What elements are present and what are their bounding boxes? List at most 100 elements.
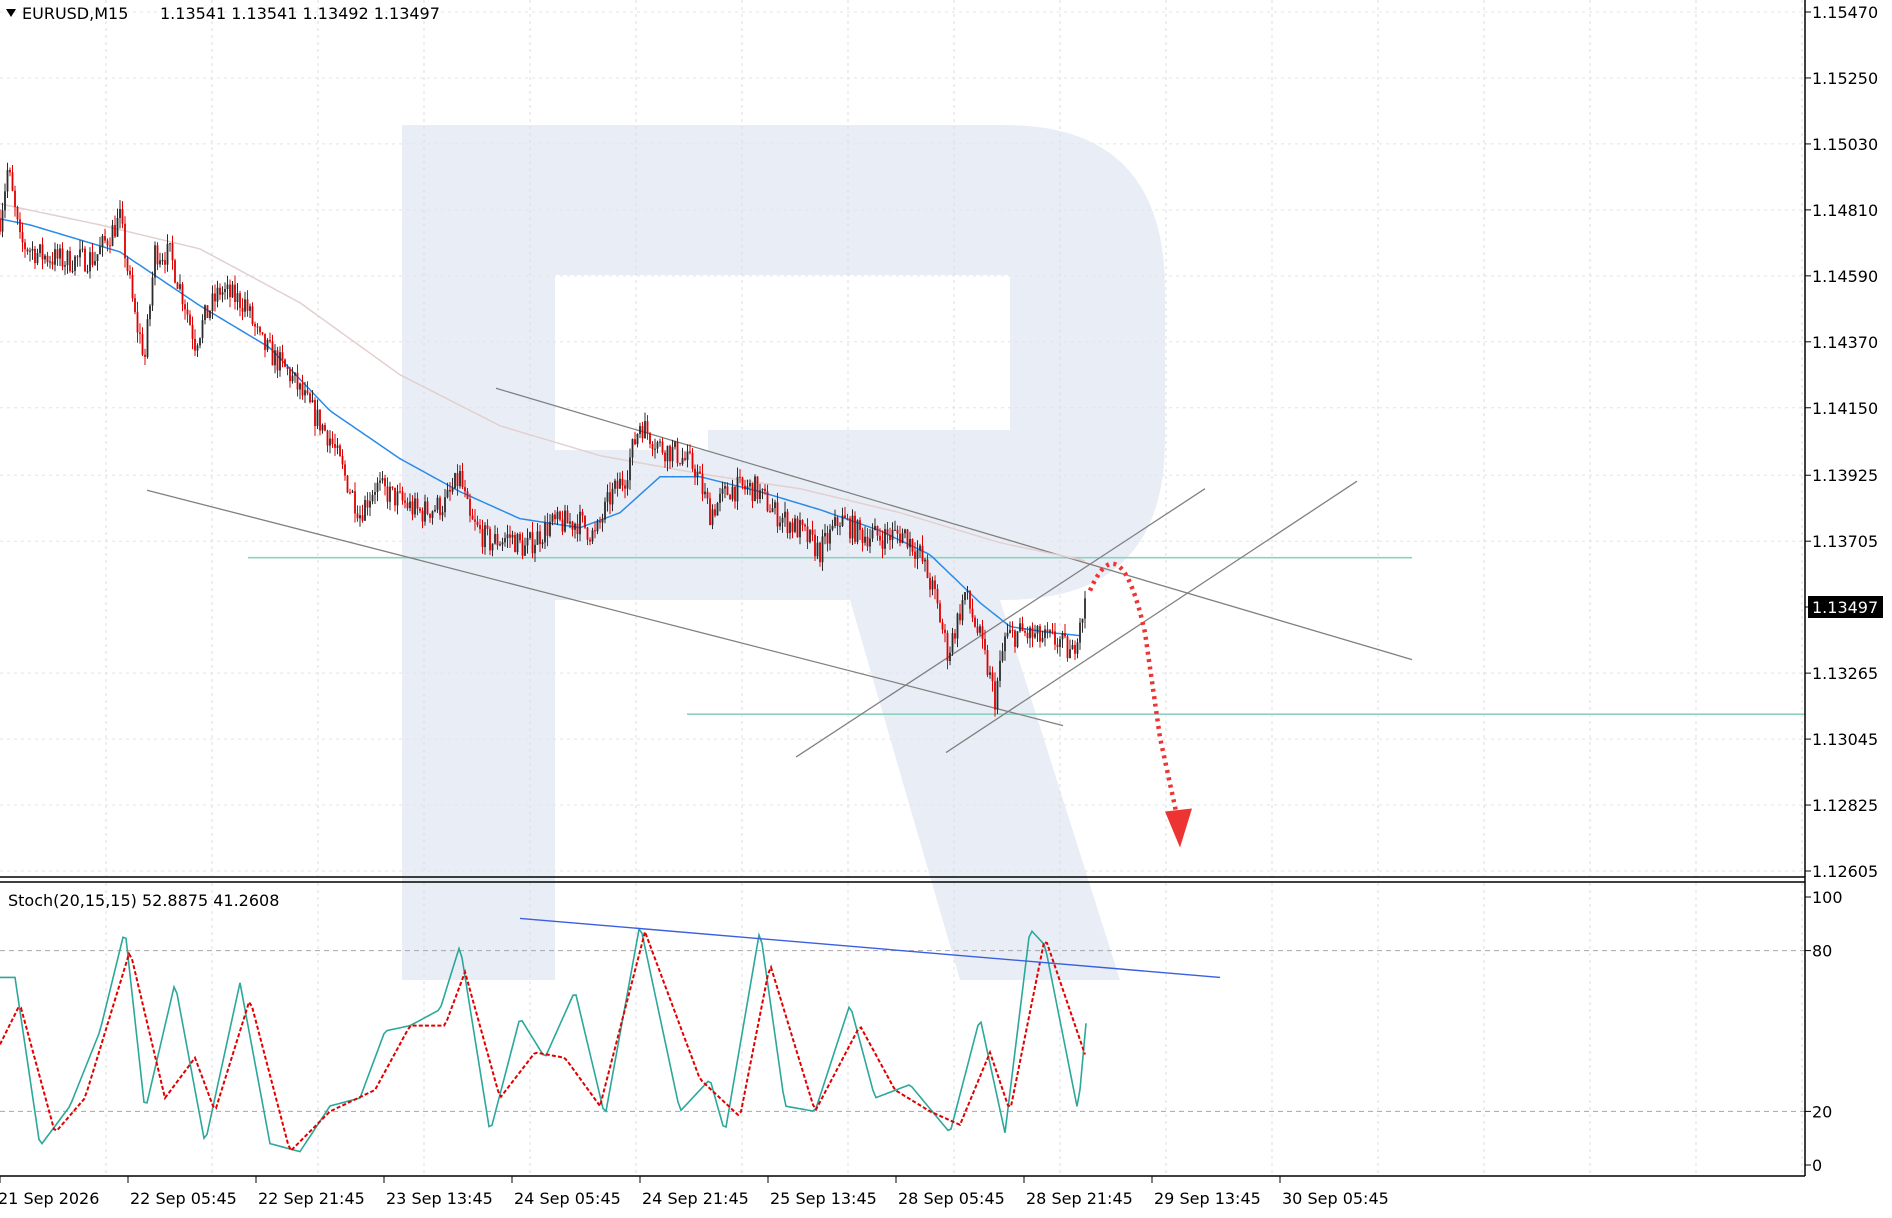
candle-body	[281, 352, 284, 360]
candle-body	[489, 528, 491, 551]
chart-header[interactable]: EURUSD,M15 1.13541 1.13541 1.13492 1.134…	[6, 4, 440, 23]
candle-body	[294, 372, 296, 376]
candle-body	[199, 338, 201, 346]
candle-body	[899, 533, 901, 543]
candle-body	[941, 622, 944, 630]
candle-body	[796, 518, 799, 538]
candle-body	[1059, 639, 1061, 648]
candle-body	[794, 518, 796, 532]
candle-body	[1049, 630, 1051, 633]
candle-body	[371, 494, 374, 502]
candle-body	[1021, 623, 1024, 631]
candle-body	[14, 190, 16, 207]
candle-body	[851, 515, 854, 539]
candle-body	[819, 542, 821, 563]
candle-body	[671, 447, 674, 462]
candle-body	[789, 522, 791, 534]
candle-body	[839, 525, 841, 527]
price-tick-label: 1.14150	[1812, 399, 1878, 418]
candle-body	[686, 451, 689, 460]
candle-body	[726, 486, 729, 495]
candle-body	[31, 248, 34, 251]
candle-body	[874, 526, 876, 531]
candle-body	[156, 245, 159, 265]
candle-body	[931, 580, 934, 590]
candle-body	[314, 400, 316, 427]
candle-body	[741, 477, 744, 486]
candle-body	[954, 633, 956, 639]
stoch-axis: 100 80 20 0	[1805, 888, 1843, 1175]
candle-body	[276, 350, 279, 371]
candle-body	[551, 514, 554, 522]
candle-body	[136, 312, 139, 333]
stoch-label: Stoch(20,15,15) 52.8875 41.2608	[8, 891, 279, 910]
candle-body	[1029, 627, 1031, 639]
candle-body	[191, 324, 194, 339]
candle-body	[944, 629, 946, 633]
candle-body	[506, 534, 509, 539]
candle-body	[296, 372, 299, 390]
candle-body	[914, 551, 916, 559]
candle-body	[1064, 633, 1066, 637]
stoch-grid	[0, 883, 1805, 1175]
candle-body	[104, 236, 106, 241]
candle-body	[109, 245, 111, 247]
candle-body	[424, 501, 426, 522]
stoch-tick-label: 80	[1812, 942, 1832, 961]
candle-body	[49, 261, 51, 263]
candle-body	[999, 660, 1001, 681]
candle-body	[859, 520, 861, 531]
candle-body	[16, 206, 19, 220]
candle-body	[1024, 631, 1026, 633]
candle-body	[459, 471, 461, 487]
stoch-trendline	[519, 917, 1221, 979]
candle-body	[151, 277, 154, 306]
candle-body	[116, 218, 119, 237]
candle-body	[824, 532, 826, 537]
candle-body	[696, 471, 699, 477]
candle-body	[59, 248, 61, 259]
candle-body	[734, 486, 736, 502]
candle-body	[174, 260, 176, 283]
candle-body	[246, 299, 249, 311]
time-tick-label: 21 Sep 2026	[0, 1189, 99, 1208]
candle-body	[434, 509, 436, 512]
candle-body	[61, 248, 64, 267]
candle-body	[756, 476, 759, 499]
candle-body	[771, 508, 774, 513]
candle-body	[731, 486, 734, 500]
candle-body	[809, 529, 811, 543]
candle-body	[541, 542, 544, 545]
candle-body	[979, 626, 981, 633]
candle-body	[201, 320, 204, 339]
candle-body	[711, 509, 714, 525]
candle-body	[921, 545, 924, 562]
candle-body	[204, 305, 206, 320]
candle-body	[799, 520, 801, 538]
candle-body	[986, 650, 989, 675]
stoch-tick-label: 20	[1812, 1102, 1832, 1121]
candle-body	[81, 248, 84, 250]
candle-body	[419, 508, 421, 511]
symbol-dropdown-icon[interactable]	[6, 9, 16, 17]
candle-body	[19, 219, 21, 233]
candle-body	[256, 326, 259, 328]
candle-body	[311, 400, 314, 403]
time-tick-label: 24 Sep 21:45	[642, 1189, 749, 1208]
candle-body	[581, 511, 584, 516]
candle-body	[996, 680, 999, 710]
candle-body	[834, 517, 836, 526]
candle-body	[729, 494, 731, 500]
candle-body	[606, 492, 609, 502]
candle-body	[791, 522, 794, 532]
candle-body	[1079, 622, 1081, 643]
candle-body	[236, 293, 239, 303]
candle-body	[34, 248, 36, 264]
chart-canvas[interactable]: 1.15470 1.15250 1.15030 1.14810 1.14590 1.143…	[0, 0, 1892, 1218]
candle-body	[321, 425, 324, 431]
candle-body	[869, 538, 871, 547]
candle-body	[1011, 630, 1014, 632]
candle-body	[786, 511, 789, 534]
candle-body	[656, 442, 659, 449]
candle-body	[634, 439, 636, 445]
